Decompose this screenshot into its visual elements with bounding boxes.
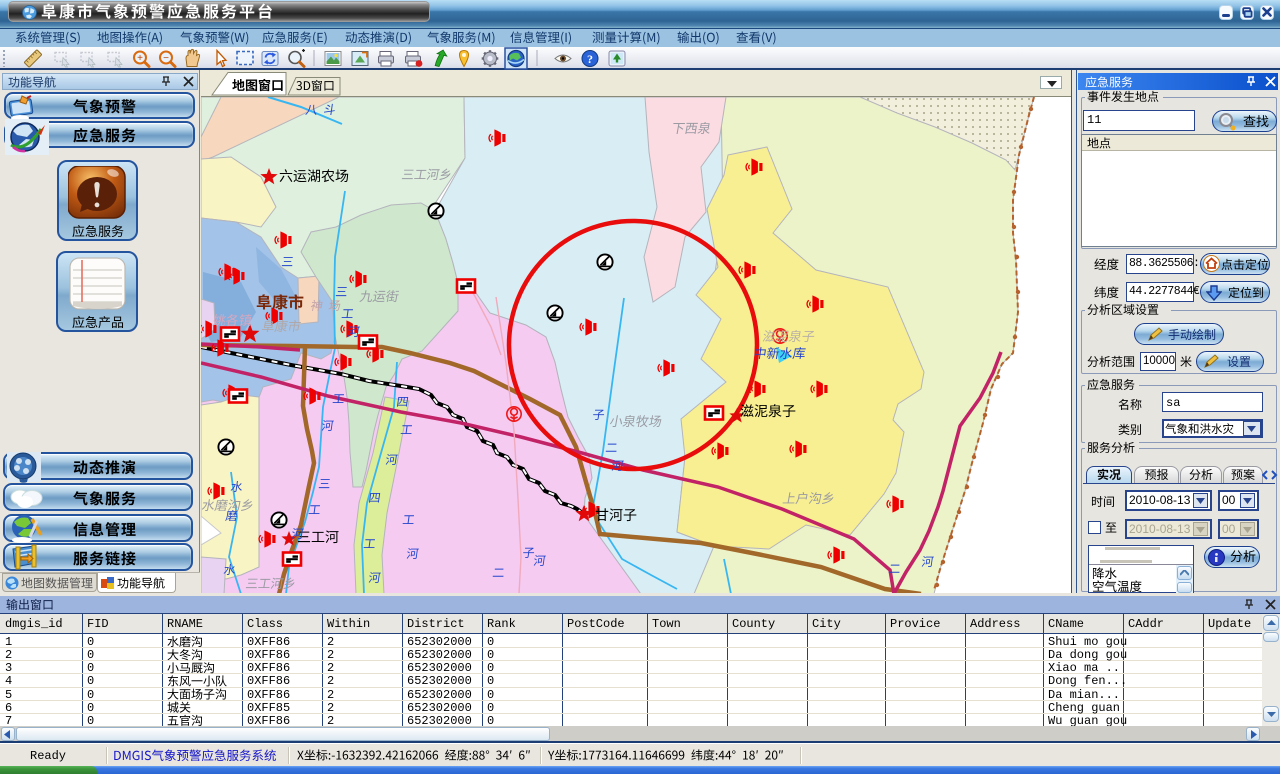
svg-text:+: + bbox=[137, 53, 143, 64]
svg-text:−: − bbox=[163, 53, 169, 64]
svg-text:?: ? bbox=[587, 52, 593, 66]
